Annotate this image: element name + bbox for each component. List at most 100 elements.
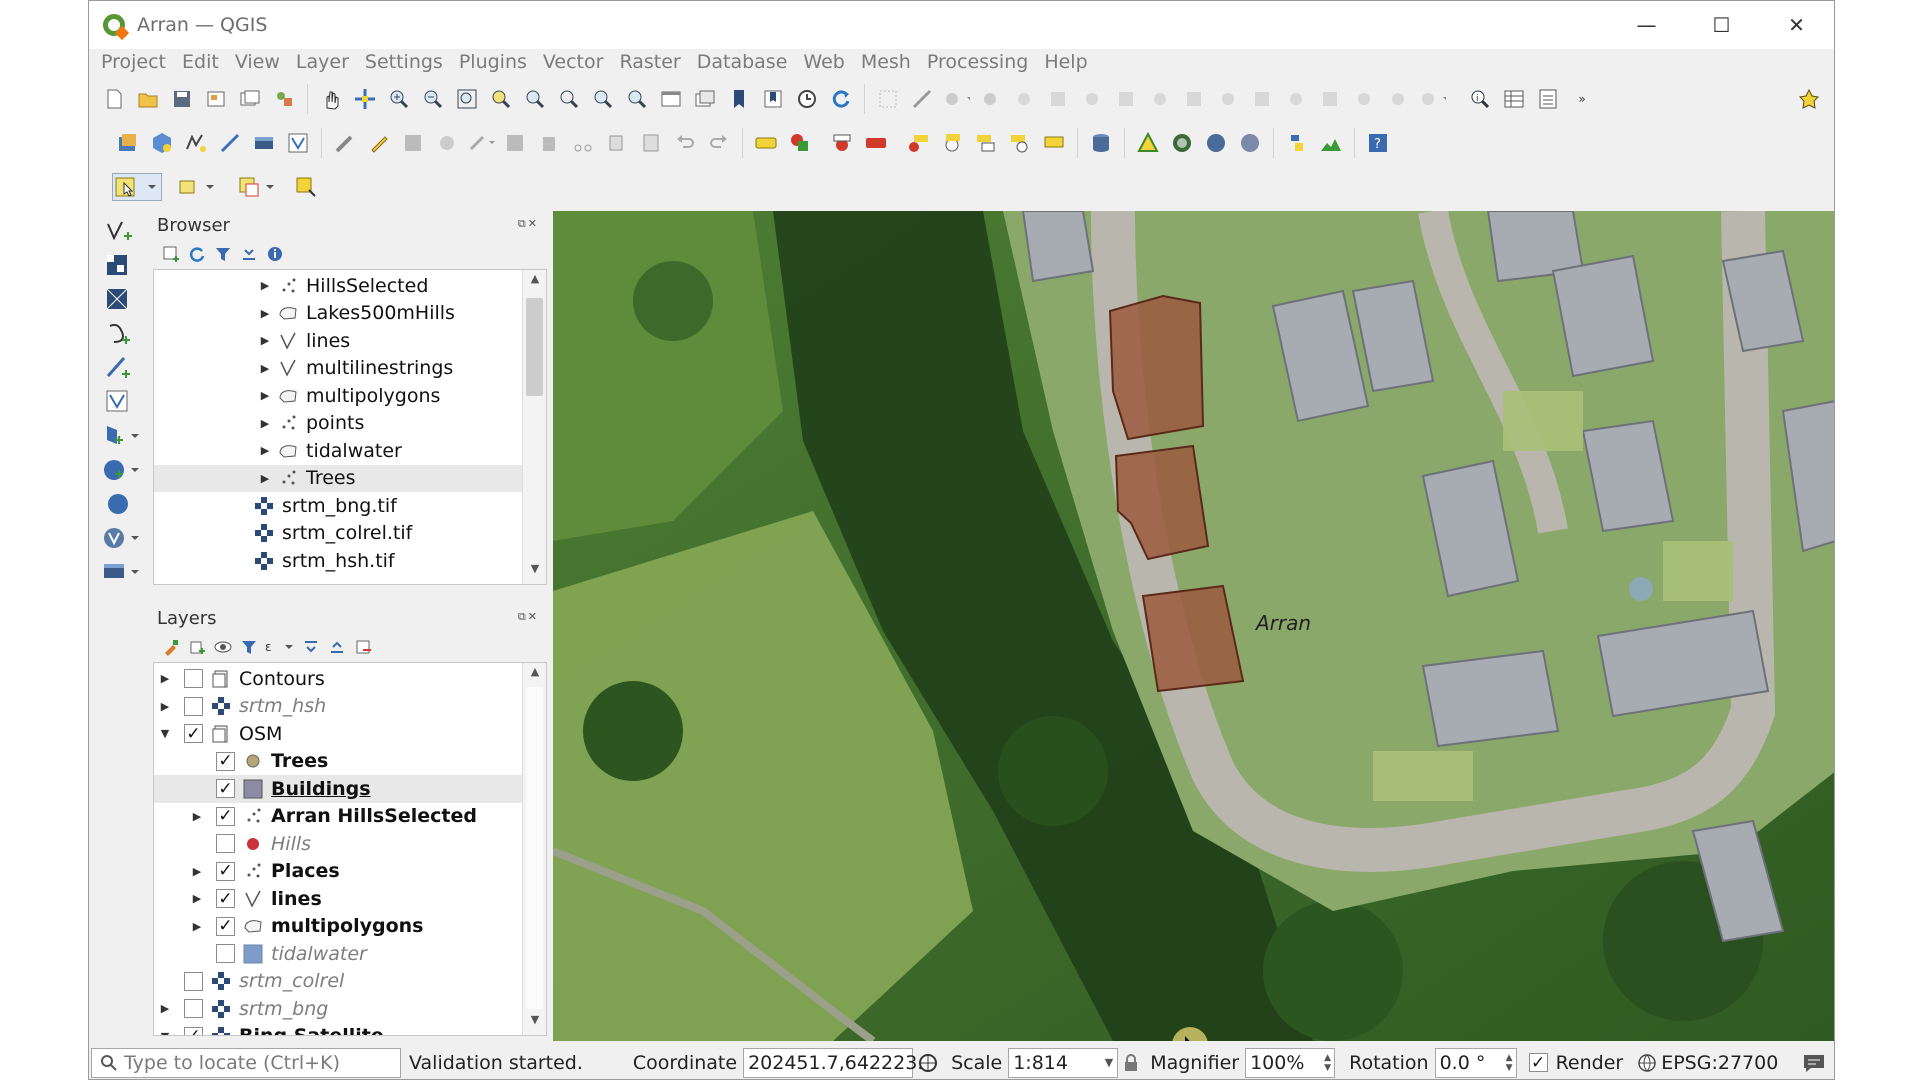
layer-visibility-checkbox[interactable]: ✓ <box>184 1026 203 1035</box>
expand-arrow-icon[interactable]: ▶ <box>190 810 204 823</box>
layer-styling-button[interactable] <box>161 637 181 657</box>
scroll-up-icon[interactable]: ▲ <box>523 272 546 292</box>
layer-item[interactable]: ▶ ✓ multipolygons <box>154 913 524 941</box>
zoom-native-button[interactable] <box>555 85 583 113</box>
layer-item[interactable]: ▶ ✓ Places <box>154 858 524 886</box>
annotation-disabled-button[interactable] <box>1112 85 1140 113</box>
layer-labeling-button[interactable] <box>752 129 780 157</box>
layer-visibility-checkbox[interactable]: ✓ <box>216 779 235 799</box>
temporal-controller-button[interactable] <box>793 85 821 113</box>
menu-edit[interactable]: Edit <box>182 51 219 73</box>
rotate-label-button[interactable] <box>972 129 1000 157</box>
add-raster-layer-button[interactable] <box>101 251 137 281</box>
menu-raster[interactable]: Raster <box>619 51 680 73</box>
browser-item[interactable]: ▶ points <box>154 410 524 438</box>
layer-item[interactable]: ▶ ✓ lines <box>154 885 524 913</box>
profile-tool-button[interactable] <box>1317 129 1345 157</box>
text-annotation-disabled-button[interactable] <box>1180 85 1208 113</box>
layer-visibility-checkbox[interactable] <box>184 696 203 716</box>
layer-visibility-checkbox[interactable] <box>216 834 235 854</box>
copy-features-button[interactable] <box>603 129 631 157</box>
save-edits-button[interactable] <box>399 129 427 157</box>
refresh-browser-button[interactable] <box>187 244 207 264</box>
statistics-disabled-button[interactable] <box>1078 85 1106 113</box>
layer-visibility-checkbox[interactable] <box>216 944 235 964</box>
html-annotation-disabled-button[interactable] <box>1248 85 1276 113</box>
filter-legend-button[interactable] <box>239 637 259 657</box>
browser-item[interactable]: ▶ Trees <box>154 464 524 492</box>
add-mesh-layer-button[interactable] <box>101 285 137 315</box>
web-service-button[interactable] <box>1202 129 1230 157</box>
node-tool-disabled-button[interactable] <box>1384 85 1412 113</box>
zoom-to-selection-button[interactable] <box>487 85 515 113</box>
browser-item[interactable]: ▶ lines <box>154 327 524 355</box>
refresh-button[interactable] <box>827 85 855 113</box>
measure-line-button[interactable] <box>908 85 936 113</box>
new-bookmark-button[interactable] <box>725 85 753 113</box>
crs-button[interactable]: EPSG:27700 <box>1637 1052 1778 1074</box>
add-wcs-dropdown-button[interactable] <box>101 455 141 485</box>
menu-processing[interactable]: Processing <box>927 51 1028 73</box>
new-project-button[interactable] <box>100 85 128 113</box>
browser-item[interactable]: ▶ Lakes500mHills <box>154 300 524 328</box>
layer-item[interactable]: ▶ Contours <box>154 665 524 693</box>
expand-arrow-icon[interactable]: ▶ <box>258 389 272 402</box>
add-vector-layer-button[interactable] <box>101 217 137 247</box>
add-arcgis-dropdown-button[interactable] <box>101 523 141 553</box>
layer-visibility-checkbox[interactable] <box>184 999 203 1019</box>
pan-to-selection-button[interactable] <box>351 85 379 113</box>
expand-arrow-icon[interactable]: ▶ <box>158 1002 172 1015</box>
scale-combobox[interactable]: 1:814 ▼ <box>1008 1047 1119 1078</box>
map-canvas[interactable]: Arran <box>553 211 1834 1041</box>
open-project-button[interactable] <box>134 85 162 113</box>
identify-dropdown-button[interactable] <box>942 85 970 113</box>
move-label-button[interactable] <box>938 129 966 157</box>
layer-item[interactable]: ▶ srtm_hsh <box>154 693 524 721</box>
scroll-down-icon[interactable]: ▼ <box>523 562 546 582</box>
db-manager-button[interactable] <box>1087 129 1115 157</box>
layer-visibility-checkbox[interactable]: ✓ <box>216 889 235 909</box>
open-attribute-table-disabled-button[interactable] <box>1010 85 1038 113</box>
data-source-manager-button[interactable] <box>114 129 142 157</box>
layer-visibility-checkbox[interactable]: ✓ <box>216 916 235 936</box>
layer-diagram-button[interactable] <box>786 129 814 157</box>
metasearch-button[interactable] <box>1168 129 1196 157</box>
properties-widget-button[interactable] <box>265 244 285 264</box>
redo-dropdown-button[interactable] <box>1418 85 1446 113</box>
menu-mesh[interactable]: Mesh <box>861 51 911 73</box>
pin-unpin-labels-button[interactable] <box>862 129 890 157</box>
layer-item[interactable]: tidalwater <box>154 940 524 968</box>
lock-scale-button[interactable] <box>1118 1053 1144 1072</box>
expand-arrow-icon[interactable]: ▶ <box>258 472 272 485</box>
select-features-button[interactable] <box>112 173 162 201</box>
expand-arrow-icon[interactable]: ▶ <box>158 672 172 685</box>
menu-project[interactable]: Project <box>101 51 166 73</box>
toolbar-overflow-button[interactable]: » <box>1568 85 1596 113</box>
layer-visibility-checkbox[interactable]: ✓ <box>216 806 235 826</box>
map-tip-disabled-button[interactable] <box>1214 85 1242 113</box>
add-vector-tile-dropdown-button[interactable] <box>101 557 141 587</box>
redo-button[interactable] <box>705 129 733 157</box>
expand-arrow-icon[interactable]: ▶ <box>258 307 272 320</box>
manage-themes-button[interactable] <box>213 637 233 657</box>
messages-button[interactable] <box>1794 1052 1834 1074</box>
new-temporary-layer-button[interactable] <box>250 129 278 157</box>
zoom-full-button[interactable] <box>453 85 481 113</box>
magnifier-spinbox[interactable]: 100% ▲ ▼ <box>1245 1047 1336 1078</box>
layer-item[interactable]: ▼ ✓ Bing Satellite <box>154 1023 524 1035</box>
zoom-to-layer-button[interactable] <box>521 85 549 113</box>
expand-arrow-icon[interactable]: ▶ <box>258 362 272 375</box>
menu-web[interactable]: Web <box>803 51 844 73</box>
browser-scrollbar[interactable]: ▲ ▼ <box>522 270 546 584</box>
modify-attributes-button[interactable] <box>501 129 529 157</box>
field-calculator-button[interactable] <box>1534 85 1562 113</box>
panel-float-close-icon[interactable]: ⧉✕ <box>518 610 539 624</box>
coordinate-field[interactable]: 202451.7,642223.3 <box>743 1047 935 1078</box>
vertex-tool-button[interactable] <box>467 129 495 157</box>
filter-browser-button[interactable] <box>213 244 233 264</box>
show-hide-labels-button[interactable] <box>904 129 932 157</box>
maximize-button[interactable]: ☐ <box>1684 1 1759 49</box>
expand-arrow-icon[interactable]: ▶ <box>258 279 272 292</box>
label-tool-disabled-button[interactable] <box>1146 85 1174 113</box>
undo-button[interactable] <box>671 129 699 157</box>
